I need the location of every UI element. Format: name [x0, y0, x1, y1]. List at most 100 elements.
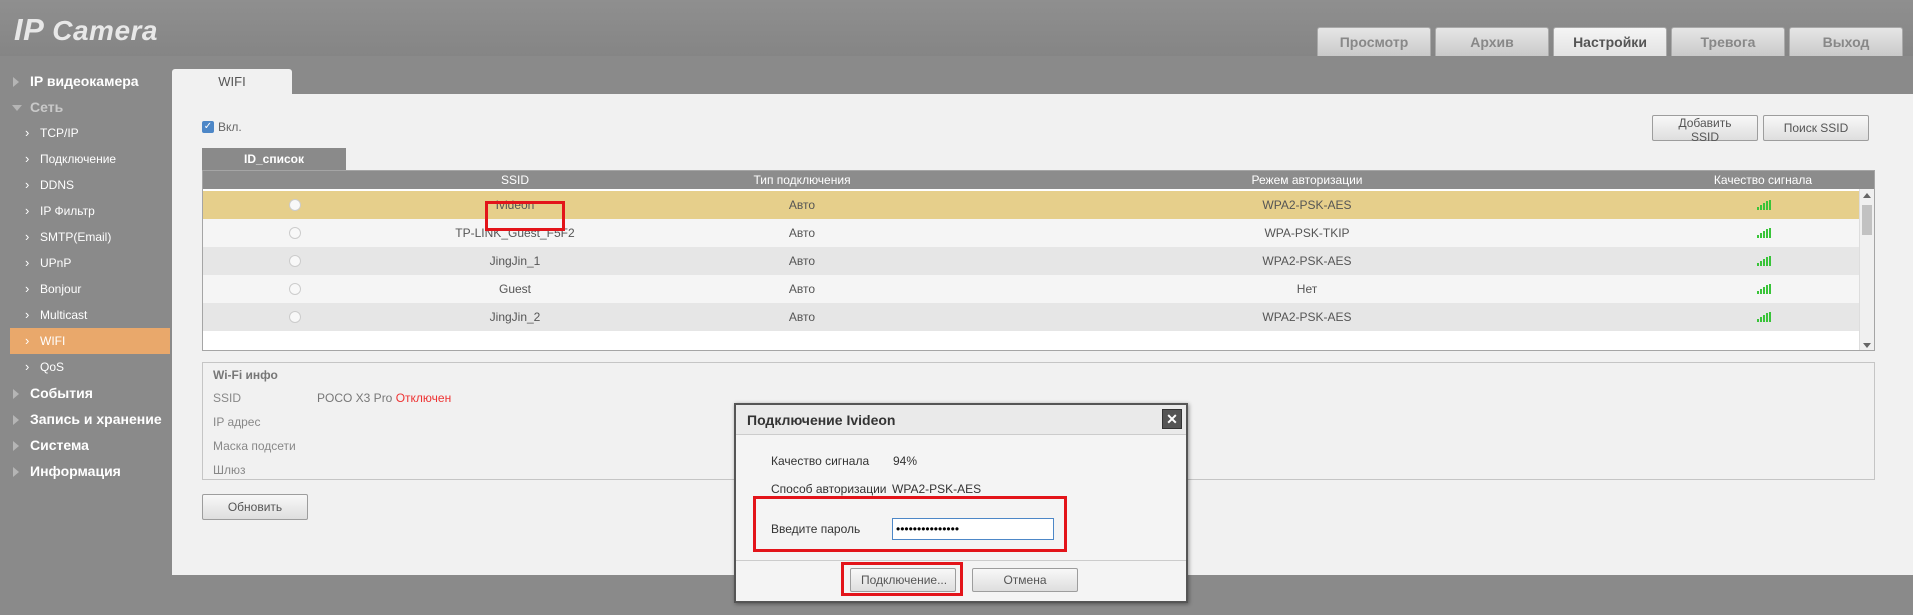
chevron-right-icon: › [25, 229, 30, 244]
sidebar-item-storage[interactable]: Запись и хранение [0, 406, 172, 432]
sidebar-item-connection[interactable]: › Подключение [0, 146, 172, 172]
table-row[interactable]: TP-LINK_Guest_F5F2 Авто WPA-PSK-TKIP [203, 219, 1860, 247]
row-radio[interactable] [289, 199, 301, 211]
ssid-table: SSID Тип подключения Режем авторизации К… [202, 170, 1875, 351]
chevron-right-icon: › [25, 359, 30, 374]
row-auth: WPA2-PSK-AES [1262, 254, 1352, 268]
tab-logout[interactable]: Выход [1789, 27, 1903, 56]
sidebar-item-smtp[interactable]: › SMTP(Email) [0, 224, 172, 250]
scroll-thumb[interactable] [1862, 205, 1872, 235]
sidebar-item-ip-filter[interactable]: › IP Фильтр [0, 198, 172, 224]
close-icon[interactable]: ✕ [1162, 409, 1182, 429]
password-label: Введите пароль [771, 522, 861, 536]
chevron-right-icon: › [25, 333, 30, 348]
tab-live-view[interactable]: Просмотр [1317, 27, 1431, 56]
row-ssid: JingJin_2 [489, 310, 541, 324]
row-type: Авто [788, 226, 816, 240]
sidebar-item-network[interactable]: Сеть [0, 94, 172, 120]
row-ssid: Guest [498, 282, 532, 296]
row-auth: WPA2-PSK-AES [1262, 198, 1352, 212]
sidebar-item-ip-camera[interactable]: IP видеокамера [0, 68, 172, 94]
search-ssid-button[interactable]: Поиск SSID [1763, 115, 1869, 141]
tab-archive[interactable]: Архив [1435, 27, 1549, 56]
dialog-divider [736, 560, 1186, 561]
ssid-label: SSID [213, 391, 242, 405]
sidebar-item-multicast[interactable]: › Multicast [0, 302, 172, 328]
ip-label: IP адрес [213, 415, 261, 429]
add-ssid-button[interactable]: Добавить SSID [1652, 115, 1758, 144]
scroll-down-icon[interactable] [1863, 343, 1871, 348]
collapse-arrow-icon [12, 105, 22, 111]
top-nav: Просмотр Архив Настройки Тревога Выход [1317, 27, 1903, 56]
gateway-label: Шлюз [213, 463, 246, 477]
row-ssid: Ivideon [495, 198, 535, 212]
row-ssid: TP-LINK_Guest_F5F2 [455, 226, 575, 240]
sidebar-item-ddns[interactable]: › DDNS [0, 172, 172, 198]
tab-id-list[interactable]: ID_список [202, 148, 346, 170]
col-type: Тип подключения [753, 173, 851, 187]
col-signal: Качество сигнала [1713, 173, 1813, 187]
app-logo: IP Camera [14, 12, 158, 47]
tab-wifi[interactable]: WIFI [172, 69, 292, 95]
sidebar-item-events[interactable]: События [0, 380, 172, 406]
row-type: Авто [788, 310, 816, 324]
cancel-button[interactable]: Отмена [972, 568, 1078, 592]
chevron-right-icon: › [25, 125, 30, 140]
status-disconnected: Отключен [395, 391, 452, 405]
row-radio[interactable] [289, 227, 301, 239]
row-auth: WPA-PSK-TKIP [1264, 226, 1350, 240]
auth-label: Способ авторизации [771, 482, 887, 496]
checkmark-icon: ✓ [202, 121, 214, 133]
signal-strength-icon [1757, 284, 1771, 294]
wifi-info-title: Wi-Fi инфо [213, 368, 278, 382]
dialog-title: Подключение Ivideon [736, 405, 1186, 435]
auth-value: WPA2-PSK-AES [892, 482, 982, 496]
connect-button[interactable]: Подключение... [850, 568, 956, 592]
connect-dialog: Подключение Ivideon ✕ Качество сигнала 9… [734, 403, 1188, 603]
expand-arrow-icon [13, 415, 19, 425]
scroll-up-icon[interactable] [1863, 193, 1871, 198]
row-radio[interactable] [289, 283, 301, 295]
sidebar-item-info[interactable]: Информация [0, 458, 172, 484]
password-field[interactable] [892, 518, 1054, 540]
table-row[interactable]: JingJin_2 Авто WPA2-PSK-AES [203, 303, 1860, 331]
row-radio[interactable] [289, 311, 301, 323]
signal-label: Качество сигнала [771, 454, 870, 468]
row-auth: Нет [1296, 282, 1318, 296]
expand-arrow-icon [13, 441, 19, 451]
enable-wifi-checkbox[interactable]: ✓ Вкл. [202, 120, 242, 134]
sidebar-item-qos[interactable]: › QoS [0, 354, 172, 380]
tab-alarm[interactable]: Тревога [1671, 27, 1785, 56]
signal-strength-icon [1757, 228, 1771, 238]
chevron-right-icon: › [25, 203, 30, 218]
table-header: SSID Тип подключения Режем авторизации К… [203, 171, 1874, 189]
signal-strength-icon [1757, 256, 1771, 266]
header: IP Camera Просмотр Архив Настройки Трево… [0, 0, 1913, 56]
refresh-button[interactable]: Обновить [202, 494, 308, 520]
col-ssid: SSID [500, 173, 530, 187]
table-row[interactable]: Ivideon Авто WPA2-PSK-AES [203, 191, 1860, 219]
sidebar-item-tcpip[interactable]: › TCP/IP [0, 120, 172, 146]
sidebar-item-wifi[interactable]: › WIFI [10, 328, 170, 354]
sidebar: IP видеокамера Сеть › TCP/IP › Подключение… [0, 68, 172, 484]
row-auth: WPA2-PSK-AES [1262, 310, 1352, 324]
signal-strength-icon [1757, 200, 1771, 210]
chevron-right-icon: › [25, 177, 30, 192]
tab-settings[interactable]: Настройки [1553, 27, 1667, 56]
expand-arrow-icon [13, 77, 19, 87]
col-auth: Режем авторизации [1251, 173, 1363, 187]
row-radio[interactable] [289, 255, 301, 267]
row-type: Авто [788, 254, 816, 268]
sidebar-item-upnp[interactable]: › UPnP [0, 250, 172, 276]
row-type: Авто [788, 198, 816, 212]
sidebar-item-bonjour[interactable]: › Bonjour [0, 276, 172, 302]
table-scrollbar[interactable] [1859, 189, 1874, 350]
row-type: Авто [788, 282, 816, 296]
expand-arrow-icon [13, 467, 19, 477]
table-row[interactable]: Guest Авто Нет [203, 275, 1860, 303]
sidebar-item-system[interactable]: Система [0, 432, 172, 458]
table-row[interactable]: JingJin_1 Авто WPA2-PSK-AES [203, 247, 1860, 275]
chevron-right-icon: › [25, 281, 30, 296]
row-ssid: JingJin_1 [489, 254, 541, 268]
signal-strength-icon [1757, 312, 1771, 322]
